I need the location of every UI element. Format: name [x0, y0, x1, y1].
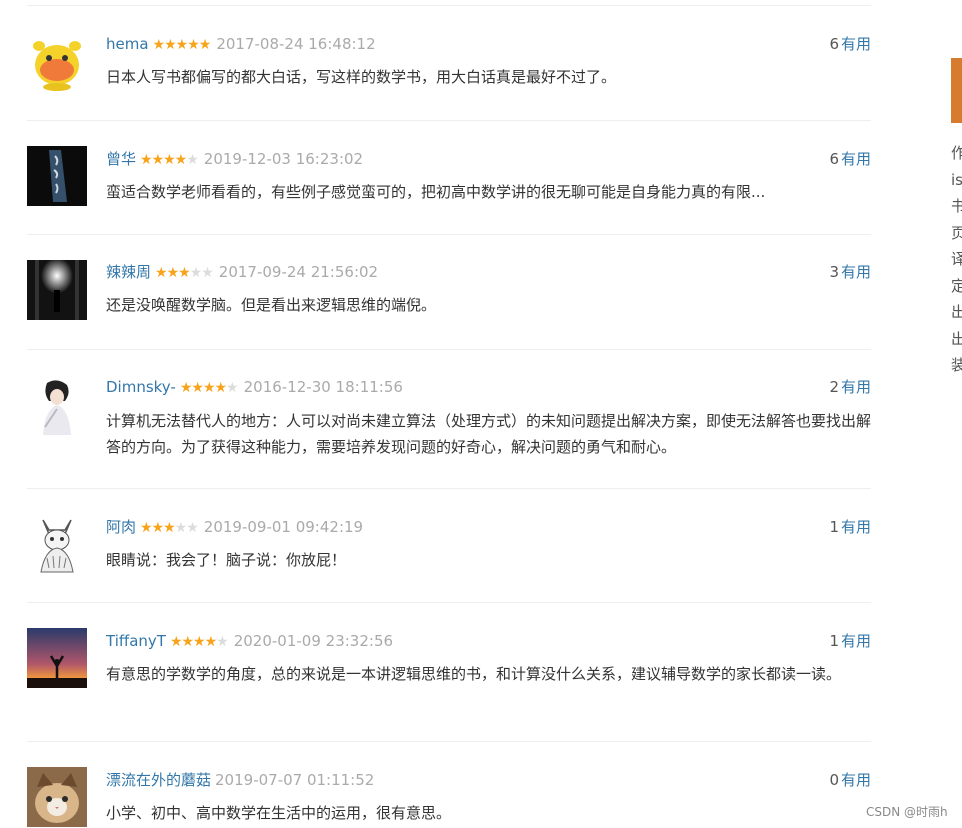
useful-vote[interactable]: 1 有用 [829, 630, 871, 652]
comment-text: 还是没唤醒数学脑。但是看出来逻辑思维的端倪。 [106, 296, 437, 314]
comment-meta: TiffanyT ★★★★★ 2020-01-09 23:32:56 1 有用 [106, 630, 871, 652]
comment-item: Dimnsky- ★★★★★ 2016-12-30 18:11:56 2 有用 计算机… [27, 350, 871, 489]
comment-item: 漂流在外的蘑菇 2019-07-07 01:11:52 0 有用 小学、初中、高中数… [27, 742, 871, 828]
side-info-line: 页 [951, 223, 962, 242]
vote-count: 6 [829, 150, 839, 168]
username-link[interactable]: hema [106, 35, 149, 53]
comment-meta: 阿肉 ★★★★★ 2019-09-01 09:42:19 1 有用 [106, 516, 871, 538]
useful-vote[interactable]: 1 有用 [829, 516, 871, 538]
avatar[interactable] [27, 375, 87, 435]
useful-vote[interactable]: 3 有用 [829, 261, 871, 283]
rating-stars: ★★★★★ [155, 265, 214, 281]
vote-count: 1 [829, 632, 839, 650]
side-info-line: 定 [951, 276, 962, 295]
timestamp: 2019-12-03 16:23:02 [203, 150, 364, 168]
rating-stars: ★★★★★ [140, 520, 199, 536]
side-info-panel: 作 is 书 页 译 定 出 出 装 [951, 140, 962, 379]
sunset-silhouette-avatar-icon [27, 628, 87, 688]
username-link[interactable]: Dimnsky- [106, 378, 176, 396]
comment-text: 蛮适合数学老师看看的，有些例子感觉蛮可的，把初高中数学讲的很无聊可能是自身能力真… [106, 183, 766, 201]
side-info-line: 出 [951, 303, 962, 321]
rating-stars: ★★★★★ [169, 634, 229, 650]
comment-item: TiffanyT ★★★★★ 2020-01-09 23:32:56 1 有用 有意思… [27, 603, 871, 742]
comment-item: 辣辣周 ★★★★★ 2017-09-24 21:56:02 3 有用 还是没唤醒数学脑… [27, 235, 871, 350]
timestamp: 2019-09-01 09:42:19 [203, 518, 364, 536]
useful-button[interactable]: 有用 [841, 632, 871, 650]
comment-meta: Dimnsky- ★★★★★ 2016-12-30 18:11:56 2 有用 [106, 376, 871, 398]
vote-count: 0 [829, 771, 839, 789]
side-info-line: 出 [951, 329, 962, 348]
username-link[interactable]: TiffanyT [106, 632, 166, 650]
rating-stars: ★★★★★ [179, 380, 239, 396]
dark-calligraphy-avatar-icon [27, 146, 87, 206]
cat-photo-avatar-icon [27, 767, 87, 827]
comment-text: 眼睛说：我会了！脑子说：你放屁！ [106, 551, 347, 569]
csdn-watermark: CSDN @时雨h [866, 805, 948, 819]
yellow-cow-avatar-icon [33, 41, 81, 91]
username-link[interactable]: 阿肉 [106, 518, 136, 536]
side-info-line: 作 [951, 144, 962, 162]
timestamp: 2017-09-24 21:56:02 [218, 263, 379, 281]
comment-meta: 漂流在外的蘑菇 2019-07-07 01:11:52 0 有用 [106, 769, 871, 791]
avatar[interactable] [27, 628, 87, 688]
avatar[interactable] [27, 260, 87, 320]
avatar[interactable] [27, 767, 87, 827]
useful-button[interactable]: 有用 [841, 150, 871, 168]
useful-button[interactable]: 有用 [841, 35, 871, 53]
comment-meta: 辣辣周 ★★★★★ 2017-09-24 21:56:02 3 有用 [106, 261, 871, 283]
useful-vote[interactable]: 0 有用 [829, 769, 871, 791]
anime-figure-avatar-icon [43, 380, 71, 435]
useful-button[interactable]: 有用 [841, 378, 871, 396]
timestamp: 2020-01-09 23:32:56 [233, 632, 394, 650]
comment-item: hema ★★★★★ 2017-08-24 16:48:12 6 有用 日本人写书都偏… [27, 6, 871, 121]
rating-stars: ★★★★★ [152, 37, 212, 53]
vote-count: 2 [829, 378, 839, 396]
comment-meta: hema ★★★★★ 2017-08-24 16:48:12 6 有用 [106, 33, 871, 55]
side-info-line: is [951, 170, 962, 189]
username-link[interactable]: 漂流在外的蘑菇 [106, 771, 211, 789]
vote-count: 6 [829, 35, 839, 53]
comment-text: 计算机无法替代人的地方：人可以对尚未建立算法（处理方式）的未知问题提出解决方案，… [106, 412, 872, 456]
useful-vote[interactable]: 6 有用 [829, 33, 871, 55]
timestamp: 2017-08-24 16:48:12 [216, 35, 376, 53]
comment-text: 有意思的学数学的角度，总的来说是一本讲逻辑思维的书，和计算没什么关系，建议辅导数… [106, 665, 842, 683]
avatar[interactable] [27, 514, 87, 574]
vote-count: 1 [829, 518, 839, 536]
comment-meta: 曾华 ★★★★★ 2019-12-03 16:23:02 6 有用 [106, 148, 871, 170]
side-info-line: 译 [951, 250, 962, 268]
sketch-cat-avatar-icon [40, 519, 74, 573]
useful-button[interactable]: 有用 [841, 771, 871, 789]
comment-text: 小学、初中、高中数学在生活中的运用，很有意思。 [106, 804, 452, 822]
useful-button[interactable]: 有用 [841, 263, 871, 281]
avatar[interactable] [27, 146, 87, 206]
useful-button[interactable]: 有用 [841, 518, 871, 536]
timestamp: 2019-07-07 01:11:52 [215, 771, 375, 789]
comment-text: 日本人写书都偏写的都大白话，写这样的数学书，用大白话真是最好不过了。 [106, 68, 617, 86]
avatar[interactable] [27, 32, 87, 92]
light-corridor-avatar-icon [27, 260, 87, 320]
username-link[interactable]: 曾华 [106, 150, 136, 168]
side-accent-bar [951, 58, 962, 123]
username-link[interactable]: 辣辣周 [106, 263, 151, 281]
side-info-line: 书 [951, 197, 962, 215]
side-info-line: 装 [951, 356, 962, 374]
rating-stars: ★★★★★ [140, 152, 199, 168]
useful-vote[interactable]: 6 有用 [829, 148, 871, 170]
comment-item: 曾华 ★★★★★ 2019-12-03 16:23:02 6 有用 蛮适合数学老师看看… [27, 121, 871, 235]
vote-count: 3 [829, 263, 839, 281]
comment-item: 阿肉 ★★★★★ 2019-09-01 09:42:19 1 有用 眼睛说：我会了！脑… [27, 489, 871, 603]
useful-vote[interactable]: 2 有用 [829, 376, 871, 398]
timestamp: 2016-12-30 18:11:56 [243, 378, 403, 396]
